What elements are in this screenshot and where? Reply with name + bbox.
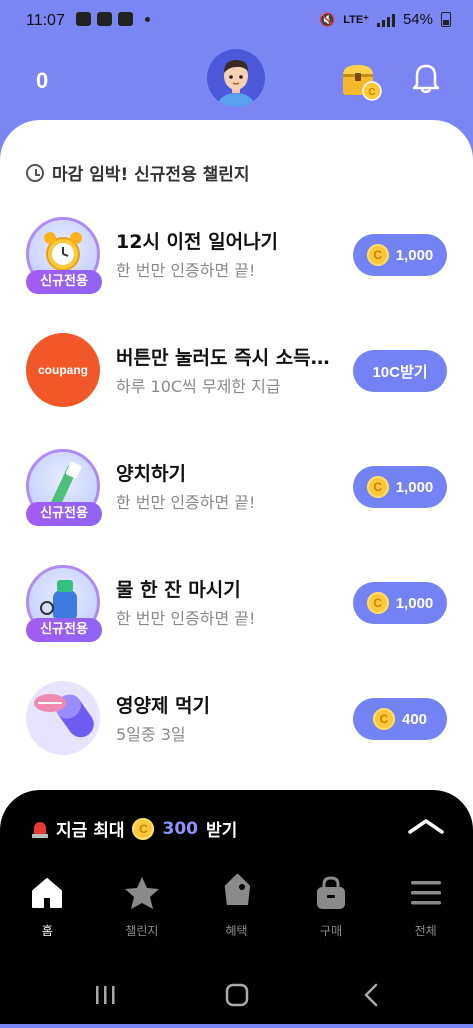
coin-balance[interactable]: 0 [36,68,48,94]
nav-challenge[interactable]: 챌린지 [95,874,190,954]
home-icon [28,874,66,912]
reward-button[interactable]: C 1,000 [353,466,447,508]
tag-icon [217,874,255,912]
bottom-panel: 지금 최대 C 300 받기 홈 챌린지 혜택 구매 전체 [0,790,473,1024]
coin-icon: C [366,244,389,266]
section-header: 마감 임박! 신규전용 챌린지 [26,160,250,185]
challenge-subtitle: 한 번만 인증하면 끝! [116,609,256,628]
shopping-bag-icon [312,874,350,912]
app-header: 0 C [0,44,473,124]
signal-icon [376,13,395,27]
promo-prefix: 지금 최대 [56,821,125,841]
coupang-logo-text: coupang [38,363,88,377]
challenge-title: 양치하기 [116,463,186,485]
svg-text:C: C [368,87,375,98]
reward-amount: 400 [401,710,428,728]
system-status: 🔇 LTE⁺ 54% [319,11,451,28]
siren-icon [32,820,48,838]
nav-purchase[interactable]: 구매 [284,874,379,954]
nav-all[interactable]: 전체 [378,874,473,954]
battery-icon [441,12,451,27]
claim-10c-button[interactable]: 10C받기 [353,350,447,392]
coin-icon: C [366,592,389,614]
status-time: 11:07 [26,12,65,29]
challenge-subtitle: 한 번만 인증하면 끝! [116,493,256,512]
challenge-item-brush-teeth[interactable]: 신규전용 양치하기 한 번만 인증하면 끝! C 1,000 [0,449,473,549]
reward-label: 10C받기 [372,363,428,381]
clock-icon [26,163,44,182]
new-user-badge: 신규전용 [26,270,102,294]
nav-label: 챌린지 [125,924,159,938]
challenge-title: 영양제 먹기 [116,695,211,717]
nav-benefits[interactable]: 혜택 [189,874,284,954]
promo-amount: 300 [162,818,198,839]
reward-amount: 1,000 [395,594,434,612]
more-notifications-icon [145,16,150,22]
promo-suffix: 받기 [205,821,238,841]
nav-home[interactable]: 홈 [0,874,95,954]
system-navigation [0,974,473,1024]
coin-icon: C [366,476,389,498]
coin-icon: C [132,817,155,840]
promo-banner[interactable]: 지금 최대 C 300 받기 [32,816,237,841]
notification-bell-icon[interactable] [408,60,444,96]
challenge-title: 12시 이전 일어나기 [116,231,279,253]
new-user-badge: 신규전용 [26,618,102,642]
challenge-item-supplements[interactable]: 영양제 먹기 5일중 3일 C 400 [0,681,473,781]
challenge-sheet: 마감 임박! 신규전용 챌린지 신규전용 12시 이전 일어나기 한 번만 인증… [0,120,473,840]
talk-notification-icon [76,12,91,26]
star-icon [123,874,161,912]
reward-button[interactable]: C 1,000 [353,582,447,624]
avatar[interactable] [207,49,265,107]
gallery-notification-icon [97,12,112,26]
reward-amount: 1,000 [395,478,434,496]
nav-label: 혜택 [225,924,248,938]
coin-icon: C [372,708,395,730]
battery-percent: 54% [402,11,433,28]
home-system-icon[interactable] [225,983,249,1007]
challenge-item-coupang[interactable]: coupang 버튼만 눌러도 즉시 소득 지급 하루 10C씩 무제한 지급 … [0,333,473,433]
reward-button[interactable]: C 1,000 [353,234,447,276]
section-title: 마감 임박! 신규전용 챌린지 [52,165,250,185]
challenge-subtitle: 하루 10C씩 무제한 지급 [116,377,281,396]
menu-icon [407,874,445,912]
mute-icon: 🔇 [319,11,336,27]
status-bar: 11:07 🔇 LTE⁺ 54% [0,0,473,44]
challenge-item-wake-up[interactable]: 신규전용 12시 이전 일어나기 한 번만 인증하면 끝! C 1,000 [0,217,473,317]
nav-label: 전체 [414,924,437,938]
avatar-character-icon [218,60,254,107]
nav-label: 홈 [41,924,53,938]
challenge-title: 버튼만 눌러도 즉시 소득 지급 [116,347,336,369]
challenge-subtitle: 5일중 3일 [116,725,186,744]
notification-icons [76,12,150,26]
reward-button[interactable]: C 400 [353,698,447,740]
treasure-chest-icon[interactable]: C [341,61,382,101]
coupang-logo: coupang [26,333,100,407]
challenge-title: 물 한 잔 마시기 [116,579,241,601]
network-type: LTE⁺ [343,14,369,26]
pill-icon [26,681,100,755]
bottom-nav: 홈 챌린지 혜택 구매 전체 [0,874,473,954]
challenge-item-drink-water[interactable]: 신규전용 물 한 잔 마시기 한 번만 인증하면 끝! C 1,000 [0,565,473,665]
recent-apps-icon[interactable] [96,986,115,1004]
app-notification-icon [118,12,133,26]
challenge-subtitle: 한 번만 인증하면 끝! [116,261,256,280]
reward-amount: 1,000 [395,246,434,264]
chevron-up-icon[interactable] [407,816,445,836]
back-icon[interactable] [364,983,378,1007]
new-user-badge: 신규전용 [26,502,102,526]
nav-label: 구매 [320,924,343,938]
